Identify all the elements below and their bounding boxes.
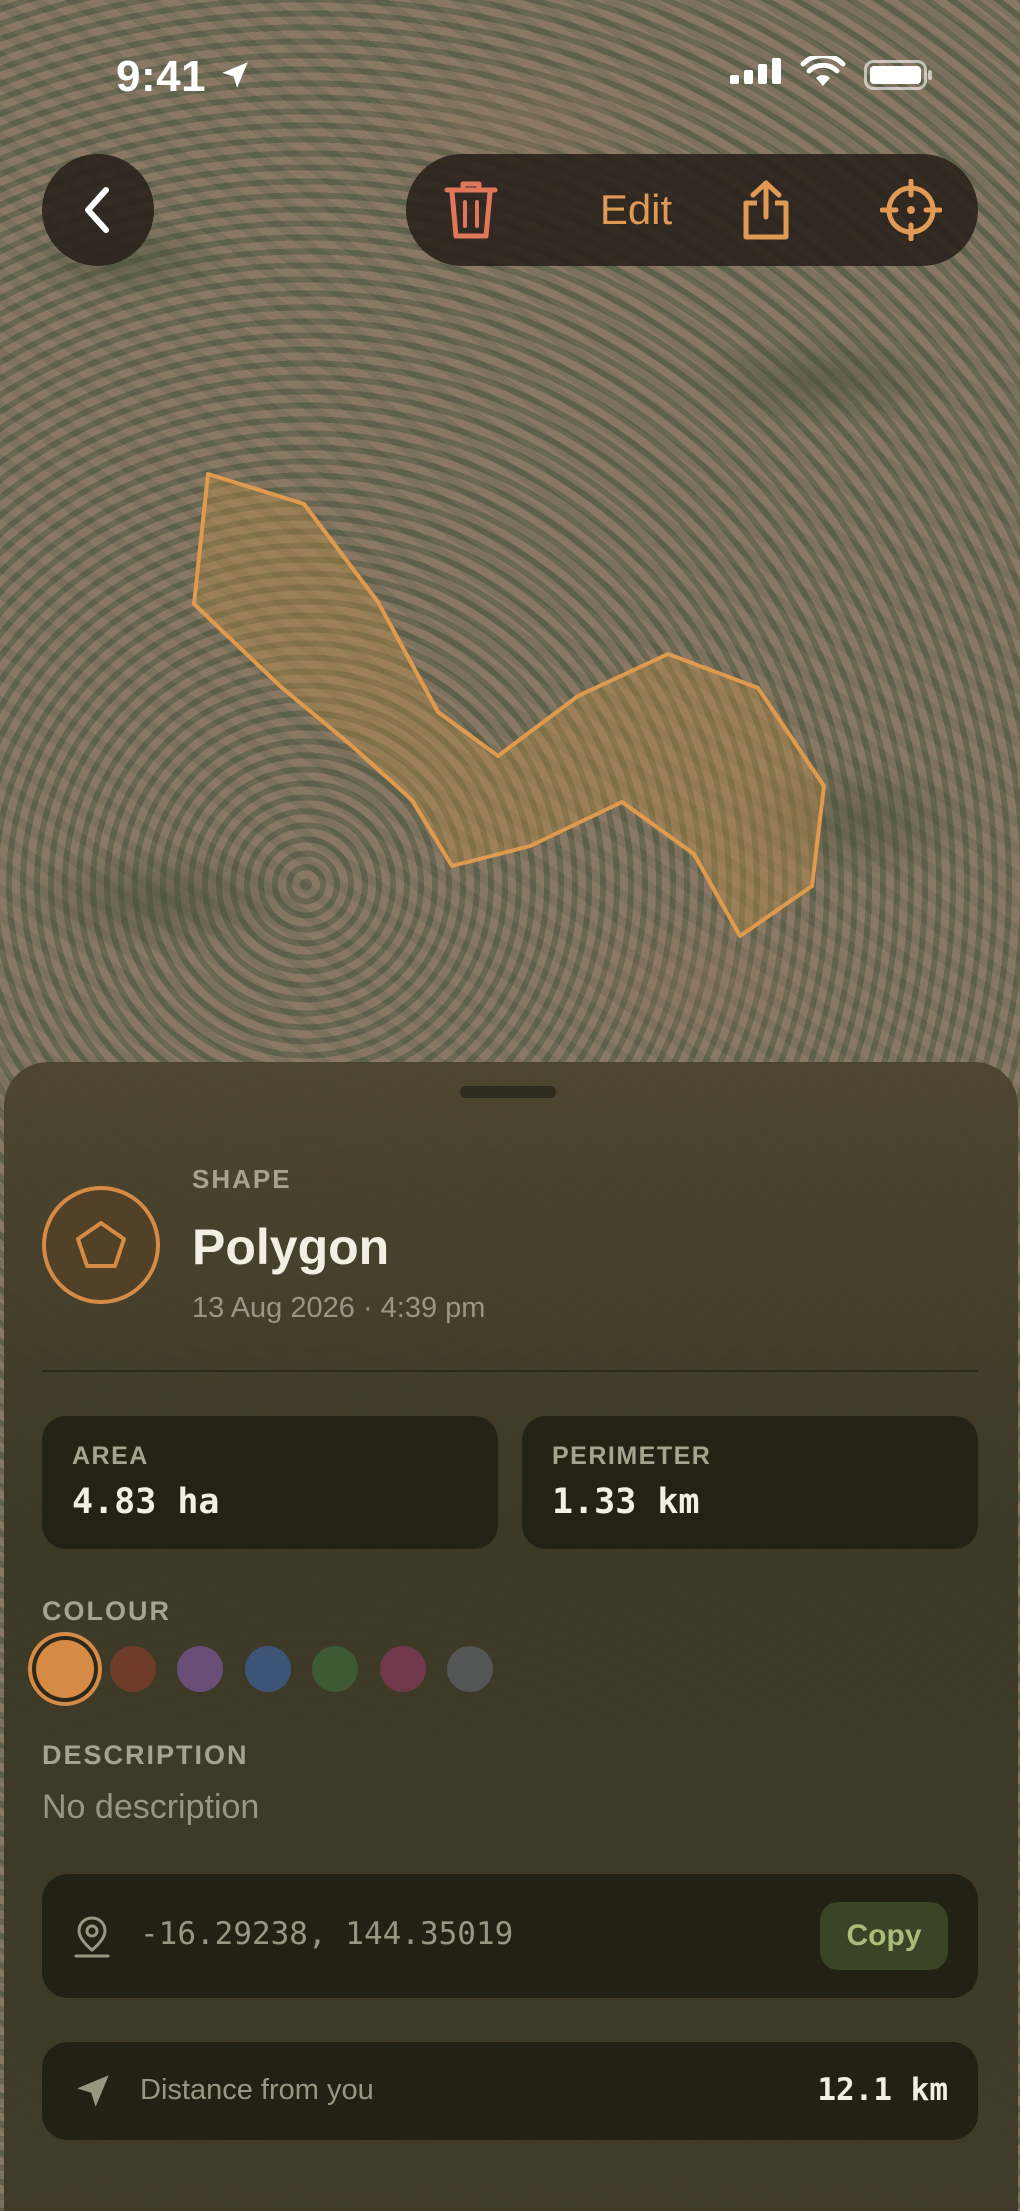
sheet-grabber[interactable]	[460, 1086, 556, 1098]
colour-swatch[interactable]	[379, 1646, 426, 1692]
chevron-left-icon	[85, 187, 109, 233]
polygon-shape	[192, 472, 826, 938]
area-label: AREA	[72, 1442, 149, 1470]
locate-button[interactable]	[866, 154, 956, 266]
edit-button[interactable]: Edit	[566, 154, 706, 266]
perimeter-card: PERIMETER 1.33 km	[522, 1416, 978, 1549]
status-time: 9:41	[116, 52, 207, 101]
shape-type-badge	[42, 1186, 160, 1304]
trash-icon	[444, 181, 498, 239]
distance-row: Distance from you 12.1 km	[42, 2042, 978, 2140]
area-value: 4.83 ha	[72, 1482, 220, 1522]
colour-swatch[interactable]	[447, 1646, 493, 1692]
description-text[interactable]: No description	[42, 1788, 259, 1827]
back-button[interactable]	[42, 154, 154, 266]
delete-button[interactable]	[436, 154, 506, 266]
perimeter-label: PERIMETER	[552, 1442, 712, 1470]
cellular-signal-icon	[730, 58, 781, 84]
shape-title: Polygon	[192, 1219, 390, 1275]
action-toolbar: Edit	[406, 154, 978, 266]
share-icon	[743, 180, 789, 240]
distance-value: 12.1 km	[817, 2072, 948, 2108]
description-label: DESCRIPTION	[42, 1740, 249, 1770]
wifi-icon	[800, 56, 846, 86]
colour-swatch[interactable]	[177, 1646, 223, 1692]
coordinates-text: -16.29238, 144.35019	[140, 1916, 514, 1952]
status-bar: 9:41	[0, 0, 1020, 150]
divider	[42, 1370, 978, 1372]
area-card: AREA 4.83 ha	[42, 1416, 498, 1549]
colour-swatch[interactable]	[109, 1646, 156, 1692]
battery-icon	[864, 60, 932, 90]
copy-button[interactable]: Copy	[820, 1902, 948, 1970]
colour-label: COLOUR	[42, 1596, 171, 1626]
shape-date: 13 Aug 2026 · 4:39 pm	[192, 1292, 486, 1324]
pentagon-icon	[76, 1221, 126, 1268]
share-button[interactable]	[726, 154, 806, 266]
shape-label: SHAPE	[192, 1164, 292, 1194]
colour-swatch[interactable]	[244, 1646, 291, 1692]
location-pin-icon	[74, 1916, 110, 1958]
crosshair-icon	[880, 179, 942, 241]
perimeter-value: 1.33 km	[552, 1482, 700, 1522]
colour-swatch[interactable]	[36, 1640, 94, 1698]
colour-swatch[interactable]	[312, 1646, 358, 1692]
location-arrow-icon	[222, 62, 248, 88]
distance-label: Distance from you	[140, 2074, 374, 2106]
navigation-arrow-icon	[77, 2075, 109, 2107]
coordinates-row: -16.29238, 144.35019 Copy	[42, 1874, 978, 1998]
